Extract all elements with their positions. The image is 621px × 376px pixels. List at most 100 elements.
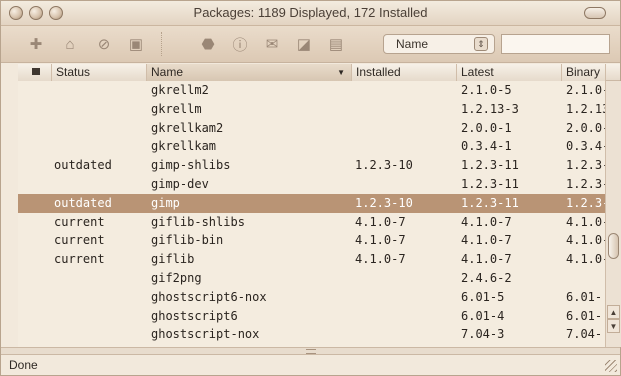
scroll-down-arrow-icon[interactable]: ▼ bbox=[607, 319, 620, 333]
table-row[interactable]: gimp-dev 1.2.3-11 1.2.3- bbox=[18, 175, 605, 194]
latest-cell: 6.01-5 bbox=[461, 289, 505, 304]
binary-cell: 6.01- bbox=[566, 308, 603, 323]
name-column-label: Name bbox=[151, 65, 184, 79]
installed-cell bbox=[355, 290, 459, 306]
binary-cell: 4.1.0- bbox=[566, 214, 605, 229]
preferences-icon: ▤ bbox=[328, 36, 344, 53]
preferences-button[interactable]: ▤ bbox=[323, 32, 349, 56]
latest-cell: 4.1.0-7 bbox=[461, 233, 512, 248]
toolbar-toggle-button[interactable] bbox=[584, 7, 606, 19]
installed-column-header[interactable]: Installed bbox=[352, 64, 457, 81]
remove-icon: ⊘ bbox=[97, 36, 111, 53]
package-list[interactable]: gkrellm2 2.1.0-5 2.1.0- gkrellm 1.2.13-3 1.2.… bbox=[18, 81, 605, 347]
latest-cell: 6.01-4 bbox=[461, 308, 505, 323]
latest-column-header[interactable]: Latest bbox=[457, 64, 562, 81]
info-button[interactable]: ⓘ bbox=[227, 32, 253, 56]
scroll-up-arrow-icon[interactable]: ▲ bbox=[607, 305, 620, 319]
table-row[interactable]: current giflib-shlibs 4.1.0-7 4.1.0-7 4.1.0- bbox=[18, 213, 605, 232]
search-input[interactable] bbox=[501, 34, 610, 54]
remove-button[interactable]: ⊘ bbox=[91, 32, 117, 56]
table-header: Status Name ▼ Installed Latest Binary bbox=[18, 64, 605, 82]
latest-cell: 1.2.13-3 bbox=[461, 101, 519, 116]
flag-column-header[interactable] bbox=[18, 64, 52, 81]
status-cell bbox=[54, 102, 146, 118]
name-cell: gimp bbox=[151, 195, 180, 210]
sort-field-select[interactable]: Name ⇕ bbox=[383, 34, 495, 54]
binary-cell: 4.1.0- bbox=[566, 252, 605, 267]
table-row[interactable]: gif2png 2.4.6-2 bbox=[18, 269, 605, 288]
name-column-header[interactable]: Name ▼ bbox=[147, 64, 352, 81]
name-cell: gkrellkam bbox=[151, 139, 217, 154]
table-row[interactable]: gkrellkam 0.3.4-1 0.3.4- bbox=[18, 137, 605, 156]
binary-cell: 2.0.0- bbox=[566, 120, 605, 135]
title-bar[interactable]: Packages: 1189 Displayed, 172 Installed bbox=[1, 1, 620, 26]
latest-cell: 1.2.3-11 bbox=[461, 195, 519, 210]
table-row[interactable]: gkrellm 1.2.13-3 1.2.13 bbox=[18, 100, 605, 119]
table-row[interactable]: gkrellkam2 2.0.0-1 2.0.0- bbox=[18, 119, 605, 138]
install-button[interactable]: ✚ bbox=[23, 32, 49, 56]
name-cell: giflib-bin bbox=[151, 233, 224, 248]
installed-cell bbox=[355, 271, 459, 287]
binary-column-header[interactable]: Binary bbox=[562, 64, 605, 81]
latest-cell: 4.1.0-7 bbox=[461, 252, 512, 267]
name-cell: gkrellm2 bbox=[151, 83, 209, 97]
latest-cell: 7.04-3 bbox=[461, 327, 505, 342]
latest-cell: 2.0.0-1 bbox=[461, 120, 512, 135]
status-cell: current bbox=[54, 252, 105, 267]
installed-cell bbox=[355, 309, 459, 325]
binary-cell: 7.04- bbox=[566, 327, 603, 342]
status-cell bbox=[54, 139, 146, 155]
status-cell: current bbox=[54, 233, 105, 248]
feedback-icon: ✉ bbox=[265, 36, 279, 53]
installed-cell: 4.1.0-7 bbox=[355, 214, 406, 229]
feedback-button[interactable]: ✉ bbox=[259, 32, 285, 56]
table-row[interactable]: ghostscript-nox 7.04-3 7.04- bbox=[18, 325, 605, 344]
name-cell: gkrellm bbox=[151, 101, 202, 116]
status-column-header[interactable]: Status bbox=[52, 64, 147, 81]
name-cell: gkrellkam2 bbox=[151, 120, 224, 135]
installed-cell: 1.2.3-10 bbox=[355, 195, 413, 210]
table-row[interactable]: current giflib 4.1.0-7 4.1.0-7 4.1.0- bbox=[18, 250, 605, 269]
package-icon: ▣ bbox=[128, 36, 144, 53]
status-cell bbox=[54, 309, 146, 325]
installed-cell bbox=[355, 102, 459, 118]
installed-cell: 1.2.3-10 bbox=[355, 158, 413, 173]
resize-grip-icon[interactable] bbox=[605, 360, 617, 372]
table-row[interactable]: outdated gimp-shlibs 1.2.3-10 1.2.3-11 1.2.3… bbox=[18, 156, 605, 175]
status-cell bbox=[54, 271, 146, 287]
stop-button[interactable]: ⬣ bbox=[195, 32, 221, 56]
toolbar: ✚ ⌂ ⊘ ▣ ⬣ ⓘ ✉ ◪ ▤ Name ⇕ bbox=[1, 26, 620, 63]
split-view-divider[interactable] bbox=[1, 347, 620, 355]
table-row[interactable]: ghostscript6 6.01-4 6.01- bbox=[18, 307, 605, 326]
name-cell: ghostscript6-nox bbox=[151, 289, 267, 304]
package-button[interactable]: ▣ bbox=[123, 32, 149, 56]
table-row-selected[interactable]: outdated gimp 1.2.3-10 1.2.3-11 1.2.3- bbox=[18, 193, 605, 213]
vertical-scrollbar[interactable]: ▲ ▼ bbox=[605, 81, 621, 347]
binary-cell: 2.1.0- bbox=[566, 83, 605, 97]
install-icon: ✚ bbox=[29, 36, 43, 53]
installed-cell: 4.1.0-7 bbox=[355, 252, 406, 267]
table-row[interactable]: gkrellm2 2.1.0-5 2.1.0- bbox=[18, 81, 605, 100]
status-bar: Done bbox=[1, 355, 620, 375]
binary-cell: 1.2.3- bbox=[566, 195, 605, 210]
binary-cell: 6.01- bbox=[566, 289, 603, 304]
status-cell bbox=[54, 83, 146, 99]
table-row[interactable]: ghostscript6-nox 6.01-5 6.01- bbox=[18, 288, 605, 307]
info-icon: ⓘ bbox=[232, 36, 248, 54]
binary-cell: 0.3.4- bbox=[566, 139, 605, 154]
name-cell: ghostscript6 bbox=[151, 308, 238, 323]
terminal-button[interactable]: ◪ bbox=[291, 32, 317, 56]
binary-cell: 1.2.3- bbox=[566, 158, 605, 173]
window-title: Packages: 1189 Displayed, 172 Installed bbox=[193, 5, 428, 20]
scrollbar-thumb[interactable] bbox=[608, 233, 619, 259]
latest-cell: 1.2.3-11 bbox=[461, 158, 519, 173]
stop-icon: ⬣ bbox=[201, 36, 215, 53]
status-cell bbox=[54, 177, 146, 193]
binary-cell: 4.1.0- bbox=[566, 233, 605, 248]
latest-cell: 1.2.3-11 bbox=[461, 177, 519, 191]
table-row[interactable]: current giflib-bin 4.1.0-7 4.1.0-7 4.1.0- bbox=[18, 231, 605, 250]
install-binary-button[interactable]: ⌂ bbox=[57, 32, 83, 56]
toolbar-separator bbox=[161, 32, 163, 56]
header-corner bbox=[605, 64, 620, 81]
status-cell: current bbox=[54, 214, 105, 229]
